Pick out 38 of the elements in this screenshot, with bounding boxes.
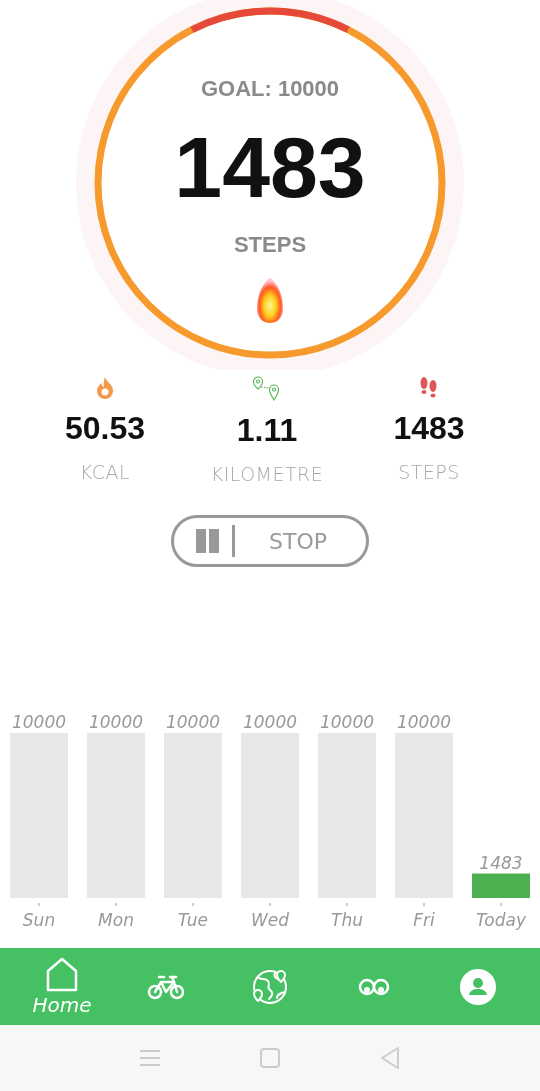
bar — [472, 873, 530, 898]
stat-value: 1.11 — [236, 412, 298, 449]
menu-icon[interactable] — [140, 1049, 160, 1067]
footprints-icon — [419, 376, 439, 400]
stop-button[interactable]: STOP — [171, 515, 369, 567]
bar-value: 10000 — [11, 712, 67, 732]
stat-label: KILOMETRE — [210, 463, 324, 485]
stat-value: 1483 — [393, 410, 465, 447]
map-pins-icon — [252, 376, 282, 402]
day-label: Sun — [22, 910, 56, 930]
bicycle-icon — [147, 973, 185, 1000]
stat-label: KCAL — [79, 461, 131, 483]
bar-value: 10000 — [88, 712, 144, 732]
glasses-icon — [358, 976, 390, 997]
step-count: 1483 — [174, 124, 366, 210]
pause-icon — [196, 529, 220, 553]
day-label: Mon — [98, 910, 134, 930]
back-icon[interactable] — [380, 1047, 400, 1069]
day-label: Tue — [178, 910, 208, 930]
stat-label: STEPS — [398, 461, 460, 483]
flame-icon — [95, 376, 115, 400]
bar-value: 10000 — [165, 712, 221, 732]
nav-tab[interactable]: Home — [22, 956, 102, 1017]
bar-value: 1483 — [479, 852, 523, 873]
steps-label: STEPS — [233, 232, 307, 258]
goal-label: GOAL: 10000 — [200, 76, 340, 102]
stat-value: 50.53 — [64, 410, 146, 447]
home-icon — [45, 956, 79, 993]
day-label: Today — [476, 910, 526, 930]
globe-icon — [251, 967, 289, 1006]
day-label: Fri — [413, 910, 435, 930]
bar-value: 10000 — [396, 712, 452, 732]
profile-icon — [459, 967, 497, 1006]
bar-value: 10000 — [319, 712, 375, 732]
day-label: Wed — [250, 910, 290, 930]
day-label: Thu — [331, 910, 363, 930]
bar-value: 10000 — [242, 712, 298, 732]
home-square-icon[interactable] — [260, 1048, 280, 1068]
